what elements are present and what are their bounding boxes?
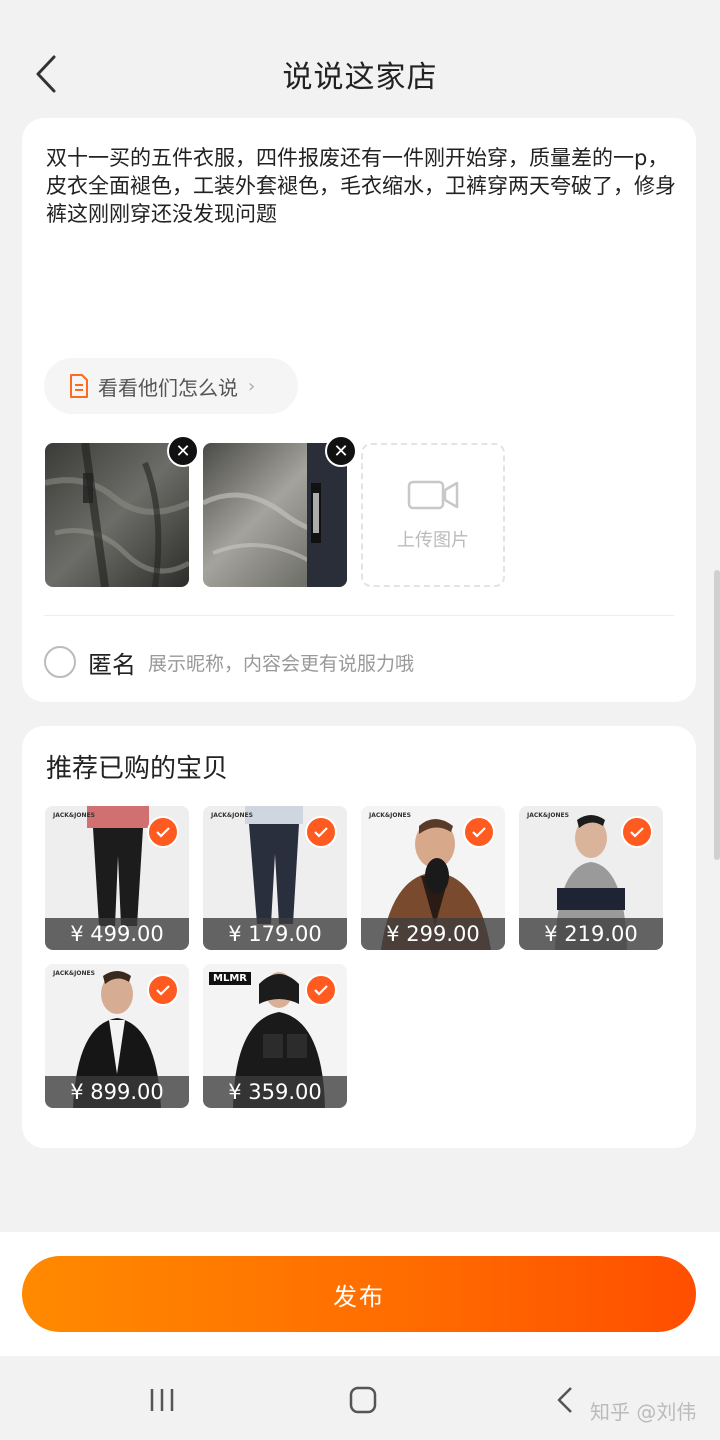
uploaded-photo[interactable]: ✕: [203, 435, 357, 587]
divider: [44, 615, 674, 616]
checkmark-icon: [305, 974, 337, 1006]
page-title: 说说这家店: [282, 60, 438, 95]
home-icon: [349, 1386, 377, 1414]
product-price: ¥ 899.00: [45, 1076, 189, 1108]
system-back-button[interactable]: [535, 1380, 595, 1420]
product-price: ¥ 219.00: [519, 918, 663, 950]
remove-photo-button[interactable]: ✕: [325, 435, 357, 467]
product-item[interactable]: JACK&JONES ¥ 499.00: [45, 806, 189, 950]
home-button[interactable]: [333, 1380, 393, 1420]
see-others-button[interactable]: 看看他们怎么说 ›: [44, 358, 298, 414]
review-card: 双十一买的五件衣服，四件报废还有一件刚开始穿，质量差的一p，皮衣全面褪色，工装外…: [22, 118, 696, 702]
video-camera-icon: [407, 480, 459, 510]
upload-label: 上传图片: [397, 530, 469, 551]
leather-jacket-photo: [45, 443, 189, 587]
uploaded-photo[interactable]: ✕: [45, 435, 199, 587]
chevron-right-icon: ›: [248, 375, 256, 397]
brand-label: JACK&JONES: [53, 812, 95, 819]
brand-label: JACK&JONES: [53, 970, 95, 977]
product-item[interactable]: JACK&JONES ¥ 219.00: [519, 806, 663, 950]
scroll-indicator: [714, 570, 720, 860]
brand-label: JACK&JONES: [211, 812, 253, 819]
product-price: ¥ 179.00: [203, 918, 347, 950]
anonymous-row: 匿名 展示昵称，内容会更有说服力哦: [44, 644, 414, 680]
product-item[interactable]: JACK&JONES ¥ 179.00: [203, 806, 347, 950]
checkmark-icon: [621, 816, 653, 848]
product-item[interactable]: MLMR ¥ 359.00: [203, 964, 347, 1108]
document-icon: [70, 374, 88, 398]
see-others-label: 看看他们怎么说: [98, 375, 238, 400]
close-icon: ✕: [175, 440, 191, 462]
remove-photo-button[interactable]: ✕: [167, 435, 199, 467]
recommend-title: 推荐已购的宝贝: [46, 754, 229, 784]
review-text-input[interactable]: 双十一买的五件衣服，四件报废还有一件刚开始穿，质量差的一p，皮衣全面褪色，工装外…: [46, 144, 676, 228]
brand-label: MLMR: [209, 972, 251, 985]
checkmark-icon: [463, 816, 495, 848]
faded-jacket-photo: [203, 443, 347, 587]
anonymous-label: 匿名: [88, 650, 136, 679]
anonymous-hint: 展示昵称，内容会更有说服力哦: [148, 652, 415, 675]
product-price: ¥ 299.00: [361, 918, 505, 950]
recent-apps-icon: [150, 1389, 174, 1411]
product-item[interactable]: JACK&JONES ¥ 899.00: [45, 964, 189, 1108]
anonymous-radio[interactable]: [44, 646, 76, 678]
product-item[interactable]: JACK&JONES ¥ 299.00: [361, 806, 505, 950]
checkmark-icon: [147, 974, 179, 1006]
product-price: ¥ 359.00: [203, 1076, 347, 1108]
header: 说说这家店: [0, 0, 720, 120]
checkmark-icon: [147, 816, 179, 848]
close-icon: ✕: [333, 440, 349, 462]
product-price: ¥ 499.00: [45, 918, 189, 950]
checkmark-icon: [305, 816, 337, 848]
recommend-card: 推荐已购的宝贝 JACK&JONES ¥ 499.00 JACK&JONES ¥…: [22, 726, 696, 1148]
publish-button[interactable]: 发布: [22, 1256, 696, 1332]
back-chevron-icon: [557, 1387, 572, 1413]
brand-label: JACK&JONES: [527, 812, 569, 819]
upload-image-button[interactable]: 上传图片: [361, 443, 505, 587]
brand-label: JACK&JONES: [369, 812, 411, 819]
recent-apps-button[interactable]: [132, 1380, 192, 1420]
watermark: 知乎 @刘伟: [590, 1400, 697, 1424]
